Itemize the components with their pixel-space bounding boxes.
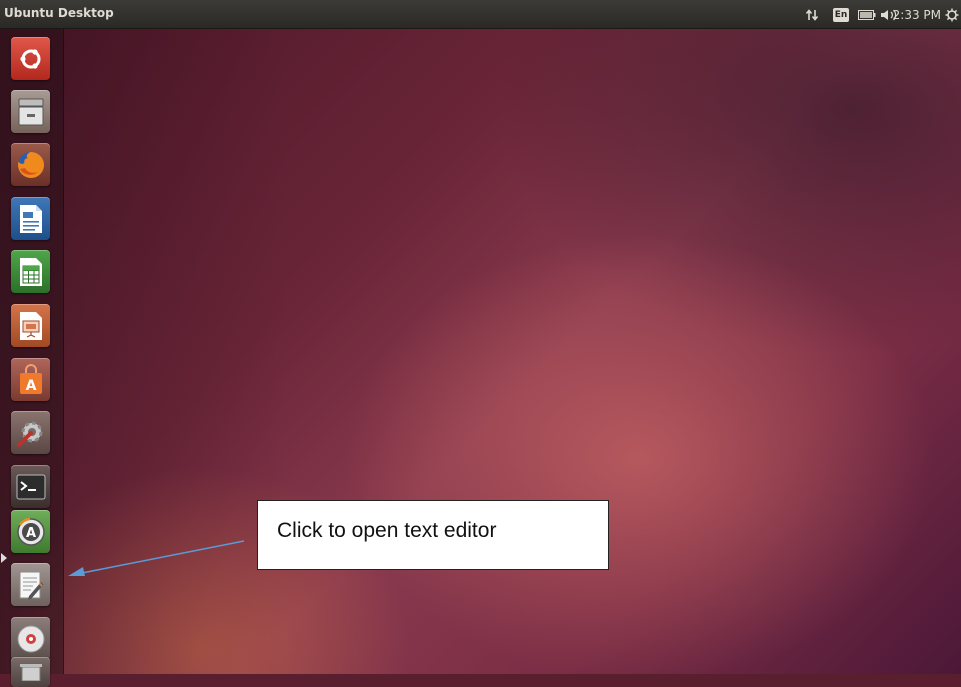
annotation-arrow (68, 540, 245, 576)
annotation-callout: Click to open text editor (257, 500, 609, 570)
annotation-text: Click to open text editor (277, 519, 497, 542)
